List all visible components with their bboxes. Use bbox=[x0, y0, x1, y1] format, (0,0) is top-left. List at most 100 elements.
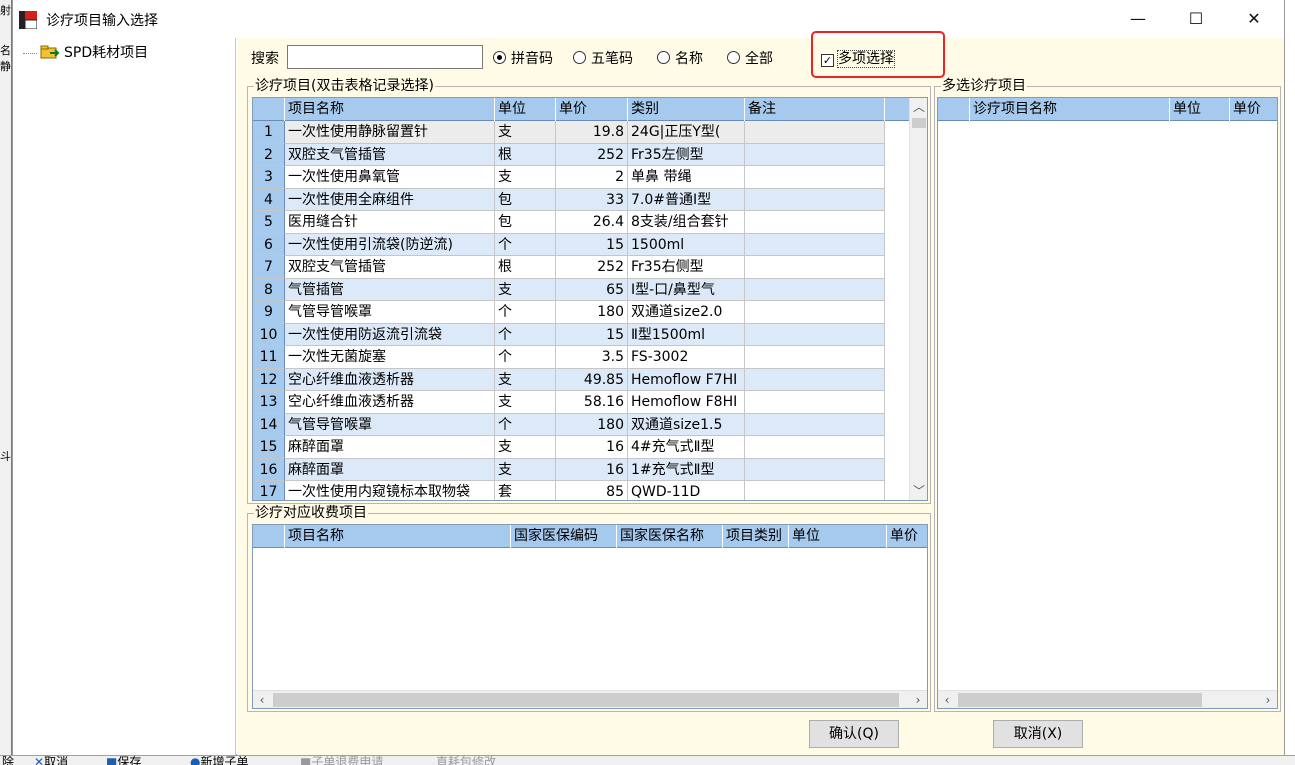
close-button[interactable]: ✕ bbox=[1227, 0, 1281, 38]
radio-all[interactable]: 全部 bbox=[727, 48, 773, 68]
row-index: 6 bbox=[253, 233, 285, 256]
row-category: 单鼻 带绳 bbox=[628, 166, 745, 189]
multi-select-checkbox[interactable]: ✓ 多项选择 bbox=[821, 48, 895, 68]
table-row[interactable]: 17 一次性使用内窥镜标本取物袋套 85 QWD-11D bbox=[253, 481, 927, 500]
charge-hscrollbar[interactable]: ‹ › bbox=[253, 690, 927, 708]
row-note bbox=[745, 278, 885, 301]
row-note bbox=[745, 323, 885, 346]
checkbox-checked-icon: ✓ bbox=[821, 54, 834, 67]
multi-hscrollbar[interactable]: ‹ › bbox=[938, 690, 1277, 708]
row-category: Hemoflow F7HI bbox=[628, 368, 745, 391]
items-vscrollbar[interactable]: ︿ ﹀ bbox=[909, 98, 927, 500]
scroll-down-icon[interactable]: ﹀ bbox=[910, 482, 927, 500]
radio-empty-icon bbox=[573, 51, 586, 64]
row-unit: 支 bbox=[495, 166, 556, 189]
confirm-button[interactable]: 确认(Q) bbox=[809, 720, 899, 748]
row-price: 3.5 bbox=[556, 346, 628, 369]
scroll-thumb[interactable] bbox=[912, 118, 926, 128]
row-unit: 个 bbox=[495, 323, 556, 346]
bg-cancel-button: ✕取消 bbox=[34, 755, 69, 765]
table-row[interactable]: 9 气管导管喉罩个 180 双通道size2.0 bbox=[253, 301, 927, 324]
scroll-left-icon[interactable]: ‹ bbox=[938, 691, 956, 708]
table-row[interactable]: 14 气管导管喉罩个 180 双通道size1.5 bbox=[253, 413, 927, 436]
items-table: 项目名称 单位 单价 类别 备注 1 一次性使用静脉留置针支 19.8 24G|正压Y… bbox=[252, 97, 928, 501]
col-header-name[interactable]: 项目名称 bbox=[285, 98, 495, 121]
table-row[interactable]: 5 医用缝合针包 26.4 8支装/组合套针 bbox=[253, 211, 927, 234]
row-unit: 个 bbox=[495, 233, 556, 256]
col-header-note[interactable]: 备注 bbox=[745, 98, 885, 121]
bg-refund-button: ■子单退费申请 bbox=[300, 755, 384, 765]
radio-name[interactable]: 名称 bbox=[657, 48, 703, 68]
minimize-button[interactable]: — bbox=[1111, 0, 1165, 38]
row-name: 一次性使用引流袋(防逆流) bbox=[285, 233, 495, 256]
scroll-right-icon[interactable]: › bbox=[1259, 691, 1277, 708]
col-header-price[interactable]: 单价 bbox=[556, 98, 628, 121]
col-header-unit[interactable]: 单位 bbox=[495, 98, 556, 121]
row-price: 16 bbox=[556, 436, 628, 459]
charge-group: 诊疗对应收费项目 项目名称 国家医保编码 国家医保名称 项目类别 单位 单价 ‹… bbox=[247, 505, 931, 712]
col-header-insurance-name[interactable]: 国家医保名称 bbox=[617, 525, 723, 548]
table-row[interactable]: 4 一次性使用全麻组件包 33 7.0#普通Ⅰ型 bbox=[253, 188, 927, 211]
col-header-name[interactable]: 项目名称 bbox=[285, 525, 511, 548]
radio-empty-icon bbox=[727, 51, 740, 64]
scroll-left-icon[interactable]: ‹ bbox=[253, 691, 271, 708]
row-price: 85 bbox=[556, 481, 628, 500]
table-row[interactable]: 12 空心纤维血液透析器支 49.85 Hemoflow F7HI bbox=[253, 368, 927, 391]
cancel-button[interactable]: 取消(X) bbox=[993, 720, 1083, 748]
row-unit: 根 bbox=[495, 143, 556, 166]
row-unit: 套 bbox=[495, 481, 556, 500]
row-unit: 支 bbox=[495, 368, 556, 391]
tree-item-spd[interactable]: SPD耗材项目 bbox=[23, 42, 148, 62]
row-category: QWD-11D bbox=[628, 481, 745, 500]
table-row[interactable]: 7 双腔支气管插管根 252 Fr35右侧型 bbox=[253, 256, 927, 279]
table-row[interactable]: 11 一次性无菌旋塞个 3.5 FS-3002 bbox=[253, 346, 927, 369]
row-note bbox=[745, 481, 885, 500]
scroll-up-icon[interactable]: ︿ bbox=[910, 98, 927, 116]
col-header-unit[interactable]: 单位 bbox=[789, 525, 887, 548]
bg-fragment-1: 射 bbox=[0, 4, 11, 17]
row-unit: 个 bbox=[495, 301, 556, 324]
row-price: 49.85 bbox=[556, 368, 628, 391]
col-header-price[interactable]: 单价 bbox=[887, 525, 927, 548]
row-note bbox=[745, 413, 885, 436]
tree-item-label: SPD耗材项目 bbox=[64, 45, 149, 61]
row-note bbox=[745, 458, 885, 481]
col-header-name[interactable]: 诊疗项目名称 bbox=[970, 98, 1170, 121]
table-row[interactable]: 6 一次性使用引流袋(防逆流) 个 15 1500ml bbox=[253, 233, 927, 256]
table-row[interactable]: 15 麻醉面罩支 16 4#充气式Ⅱ型 bbox=[253, 436, 927, 459]
scroll-right-icon[interactable]: › bbox=[909, 691, 927, 708]
bg-fragment-4: 斗 bbox=[0, 450, 11, 463]
row-price: 15 bbox=[556, 323, 628, 346]
maximize-button[interactable]: ☐ bbox=[1169, 0, 1223, 38]
col-header-insurance-code[interactable]: 国家医保编码 bbox=[511, 525, 617, 548]
table-row[interactable]: 2 双腔支气管插管根 252 Fr35左侧型 bbox=[253, 143, 927, 166]
scroll-thumb[interactable] bbox=[273, 693, 899, 707]
charge-group-title: 诊疗对应收费项目 bbox=[254, 505, 368, 521]
row-note bbox=[745, 233, 885, 256]
search-input[interactable] bbox=[287, 45, 483, 69]
radio-wubi[interactable]: 五笔码 bbox=[573, 48, 633, 68]
col-header-item-type[interactable]: 项目类别 bbox=[723, 525, 789, 548]
row-index: 2 bbox=[253, 143, 285, 166]
table-row[interactable]: 3 一次性使用鼻氧管支 2 单鼻 带绳 bbox=[253, 166, 927, 189]
row-name: 医用缝合针 bbox=[285, 211, 495, 234]
row-name: 一次性使用全麻组件 bbox=[285, 188, 495, 211]
scroll-thumb[interactable] bbox=[958, 693, 1202, 707]
row-category: Fr35左侧型 bbox=[628, 143, 745, 166]
items-group: 诊疗项目(双击表格记录选择) 项目名称 单位 单价 类别 备注 1 一次性使用静脉… bbox=[247, 78, 931, 504]
row-name: 气管导管喉罩 bbox=[285, 413, 495, 436]
row-name: 气管插管 bbox=[285, 278, 495, 301]
col-header-unit[interactable]: 单位 bbox=[1170, 98, 1230, 121]
table-row[interactable]: 8 气管插管支 65 Ⅰ型-口/鼻型气 bbox=[253, 278, 927, 301]
radio-pinyin[interactable]: 拼音码 bbox=[493, 48, 553, 68]
row-name: 一次性使用静脉留置针 bbox=[285, 121, 495, 144]
row-index: 12 bbox=[253, 368, 285, 391]
table-row[interactable]: 10 一次性使用防返流引流袋个 15 Ⅱ型1500ml bbox=[253, 323, 927, 346]
table-row[interactable]: 16 麻醉面罩支 16 1#充气式Ⅱ型 bbox=[253, 458, 927, 481]
table-row[interactable]: 1 一次性使用静脉留置针支 19.8 24G|正压Y型( bbox=[253, 121, 927, 144]
row-note bbox=[745, 346, 885, 369]
col-header-category[interactable]: 类别 bbox=[628, 98, 745, 121]
col-header-price[interactable]: 单价 bbox=[1230, 98, 1277, 121]
table-row[interactable]: 13 空心纤维血液透析器支 58.16 Hemoflow F8HI bbox=[253, 391, 927, 414]
row-index: 4 bbox=[253, 188, 285, 211]
